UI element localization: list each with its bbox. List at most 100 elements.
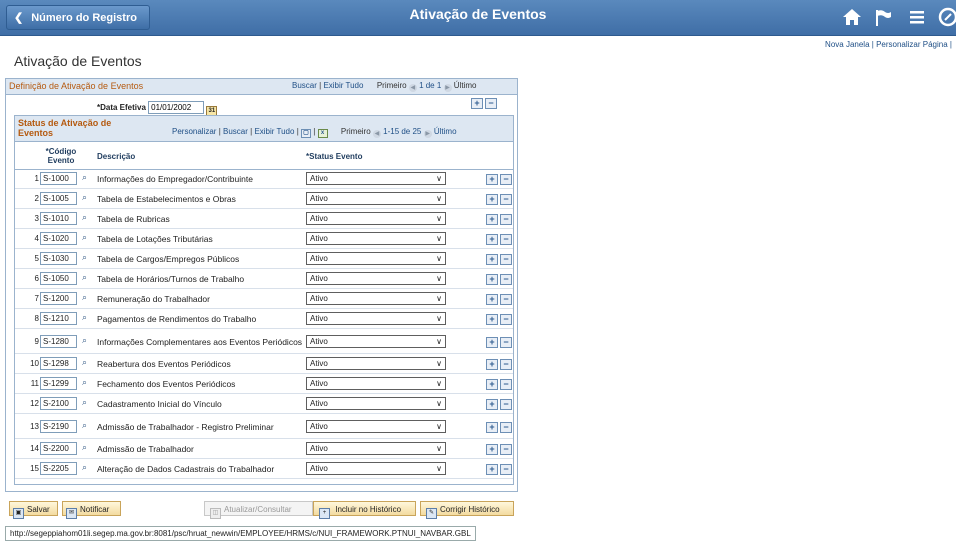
delete-row-minus-icon[interactable]: − [500, 214, 512, 225]
event-code-input[interactable]: S-1005 [40, 192, 77, 205]
home-icon[interactable] [841, 6, 863, 28]
event-code-input[interactable]: S-1030 [40, 252, 77, 265]
delete-row-minus-icon[interactable]: − [500, 194, 512, 205]
add-row-plus-icon[interactable]: + [471, 98, 483, 109]
event-status-select[interactable]: Ativo ∨ [306, 232, 446, 245]
event-status-select[interactable]: Ativo ∨ [306, 357, 446, 370]
event-status-select[interactable]: Ativo ∨ [306, 252, 446, 265]
lookup-icon[interactable]: ⌕ [82, 272, 87, 283]
add-row-plus-icon[interactable]: + [486, 254, 498, 265]
grid-next-arrow-icon[interactable]: ▶ [423, 130, 432, 138]
include-history-button[interactable]: + Incluir no Histórico [313, 501, 416, 519]
add-row-plus-icon[interactable]: + [486, 337, 498, 348]
definition-view-all-link[interactable]: Exibir Tudo [323, 81, 363, 90]
event-code-input[interactable]: S-2190 [40, 420, 77, 433]
add-row-plus-icon[interactable]: + [486, 234, 498, 245]
definition-search-link[interactable]: Buscar [292, 81, 317, 90]
lookup-icon[interactable]: ⌕ [82, 462, 87, 473]
new-window-link[interactable]: Nova Janela [825, 40, 869, 49]
notify-button[interactable]: ✉ Notificar [62, 501, 121, 519]
add-row-plus-icon[interactable]: + [486, 464, 498, 475]
prev-arrow-icon[interactable]: ◀ [408, 84, 417, 92]
save-button[interactable]: ▣ Salvar [9, 501, 58, 519]
add-row-plus-icon[interactable]: + [486, 294, 498, 305]
next-arrow-icon[interactable]: ▶ [443, 84, 452, 92]
delete-row-minus-icon[interactable]: − [500, 464, 512, 475]
event-code-input[interactable]: S-1010 [40, 212, 77, 225]
grid-last-link[interactable]: Último [434, 127, 457, 136]
event-code-input[interactable]: S-2200 [40, 442, 77, 455]
event-status-select[interactable]: Ativo ∨ [306, 377, 446, 390]
event-code-input[interactable]: S-1020 [40, 232, 77, 245]
delete-row-minus-icon[interactable]: − [500, 337, 512, 348]
grid-view-all-link[interactable]: Exibir Tudo [254, 127, 294, 136]
update-display-button[interactable]: ◫ Atualizar/Consultar [204, 501, 313, 519]
grid-personalize-link[interactable]: Personalizar [172, 127, 216, 136]
event-status-select[interactable]: Ativo ∨ [306, 292, 446, 305]
lookup-icon[interactable]: ⌕ [82, 212, 87, 223]
lookup-icon[interactable]: ⌕ [82, 420, 87, 431]
event-status-select[interactable]: Ativo ∨ [306, 397, 446, 410]
add-row-plus-icon[interactable]: + [486, 274, 498, 285]
event-status-select[interactable]: Ativo ∨ [306, 212, 446, 225]
flag-icon[interactable] [872, 6, 894, 28]
delete-row-minus-icon[interactable]: − [500, 174, 512, 185]
download-excel-icon[interactable]: x [317, 129, 328, 138]
lookup-icon[interactable]: ⌕ [82, 397, 87, 408]
zoom-grid-icon[interactable]: ▢ [301, 129, 311, 138]
event-code-input[interactable]: S-1298 [40, 357, 77, 370]
effective-date-input[interactable] [148, 101, 205, 114]
add-row-plus-icon[interactable]: + [486, 359, 498, 370]
event-status-select[interactable]: Ativo ∨ [306, 192, 446, 205]
lookup-icon[interactable]: ⌕ [82, 292, 87, 303]
delete-row-minus-icon[interactable]: − [500, 379, 512, 390]
event-code-input[interactable]: S-1280 [40, 335, 77, 348]
event-code-input[interactable]: S-1210 [40, 312, 77, 325]
add-row-plus-icon[interactable]: + [486, 214, 498, 225]
add-row-plus-icon[interactable]: + [486, 174, 498, 185]
lookup-icon[interactable]: ⌕ [82, 192, 87, 203]
personalize-page-link[interactable]: Personalizar Página [876, 40, 948, 49]
event-status-select[interactable]: Ativo ∨ [306, 442, 446, 455]
delete-row-minus-icon[interactable]: − [500, 314, 512, 325]
delete-row-minus-icon[interactable]: − [500, 274, 512, 285]
event-code-input[interactable]: S-1299 [40, 377, 77, 390]
event-status-select[interactable]: Ativo ∨ [306, 312, 446, 325]
delete-row-minus-icon[interactable]: − [485, 98, 497, 109]
lookup-icon[interactable]: ⌕ [82, 172, 87, 183]
event-status-select[interactable]: Ativo ∨ [306, 335, 446, 348]
event-code-input[interactable]: S-1050 [40, 272, 77, 285]
event-code-input[interactable]: S-2205 [40, 462, 77, 475]
add-row-plus-icon[interactable]: + [486, 444, 498, 455]
add-row-plus-icon[interactable]: + [486, 399, 498, 410]
menu-icon[interactable] [906, 6, 928, 28]
event-status-select[interactable]: Ativo ∨ [306, 462, 446, 475]
event-status-select[interactable]: Ativo ∨ [306, 272, 446, 285]
delete-row-minus-icon[interactable]: − [500, 359, 512, 370]
event-status-select[interactable]: Ativo ∨ [306, 420, 446, 433]
event-code-input[interactable]: S-1000 [40, 172, 77, 185]
add-row-plus-icon[interactable]: + [486, 422, 498, 433]
add-row-plus-icon[interactable]: + [486, 194, 498, 205]
delete-row-minus-icon[interactable]: − [500, 254, 512, 265]
lookup-icon[interactable]: ⌕ [82, 252, 87, 263]
navbar-icon[interactable] [937, 6, 956, 28]
delete-row-minus-icon[interactable]: − [500, 294, 512, 305]
delete-row-minus-icon[interactable]: − [500, 234, 512, 245]
delete-row-minus-icon[interactable]: − [500, 444, 512, 455]
lookup-icon[interactable]: ⌕ [82, 357, 87, 368]
lookup-icon[interactable]: ⌕ [82, 442, 87, 453]
lookup-icon[interactable]: ⌕ [82, 335, 87, 346]
add-row-plus-icon[interactable]: + [486, 379, 498, 390]
event-code-input[interactable]: S-1200 [40, 292, 77, 305]
grid-search-link[interactable]: Buscar [223, 127, 248, 136]
event-code-input[interactable]: S-2100 [40, 397, 77, 410]
lookup-icon[interactable]: ⌕ [82, 377, 87, 388]
delete-row-minus-icon[interactable]: − [500, 422, 512, 433]
delete-row-minus-icon[interactable]: − [500, 399, 512, 410]
add-row-plus-icon[interactable]: + [486, 314, 498, 325]
grid-prev-arrow-icon[interactable]: ◀ [372, 130, 381, 138]
lookup-icon[interactable]: ⌕ [82, 312, 87, 323]
lookup-icon[interactable]: ⌕ [82, 232, 87, 243]
correct-history-button[interactable]: ✎ Corrigir Histórico [420, 501, 514, 519]
